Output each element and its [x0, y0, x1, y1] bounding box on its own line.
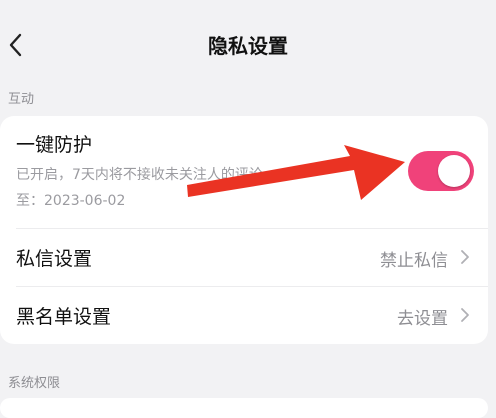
private-message-label: 私信设置: [16, 248, 93, 270]
private-message-settings-row[interactable]: 私信设置 禁止私信: [0, 229, 488, 285]
protection-expiry: 至：2023-06-02: [16, 193, 126, 209]
protection-title: 一键防护: [16, 134, 93, 156]
protection-description: 已开启，7天内将不接收未关注人的评论: [16, 167, 263, 183]
chevron-right-icon: [461, 308, 469, 322]
section-label-system-permissions: 系统权限: [8, 376, 61, 391]
chevron-right-icon: [461, 250, 469, 264]
blacklist-value: 去设置: [397, 309, 448, 329]
top-bar: 隐私设置: [0, 0, 496, 88]
system-permissions-card: [0, 398, 488, 418]
private-message-value: 禁止私信: [380, 251, 448, 271]
section-label-interaction: 互动: [8, 92, 35, 107]
toggle-knob: [438, 155, 470, 187]
interaction-card: 一键防护 已开启，7天内将不接收未关注人的评论 至：2023-06-02 私信设…: [0, 116, 488, 344]
protection-toggle[interactable]: [408, 151, 474, 191]
page-title: 隐私设置: [208, 34, 288, 58]
blacklist-label: 黑名单设置: [16, 306, 112, 328]
blacklist-settings-row[interactable]: 黑名单设置 去设置: [0, 287, 488, 343]
